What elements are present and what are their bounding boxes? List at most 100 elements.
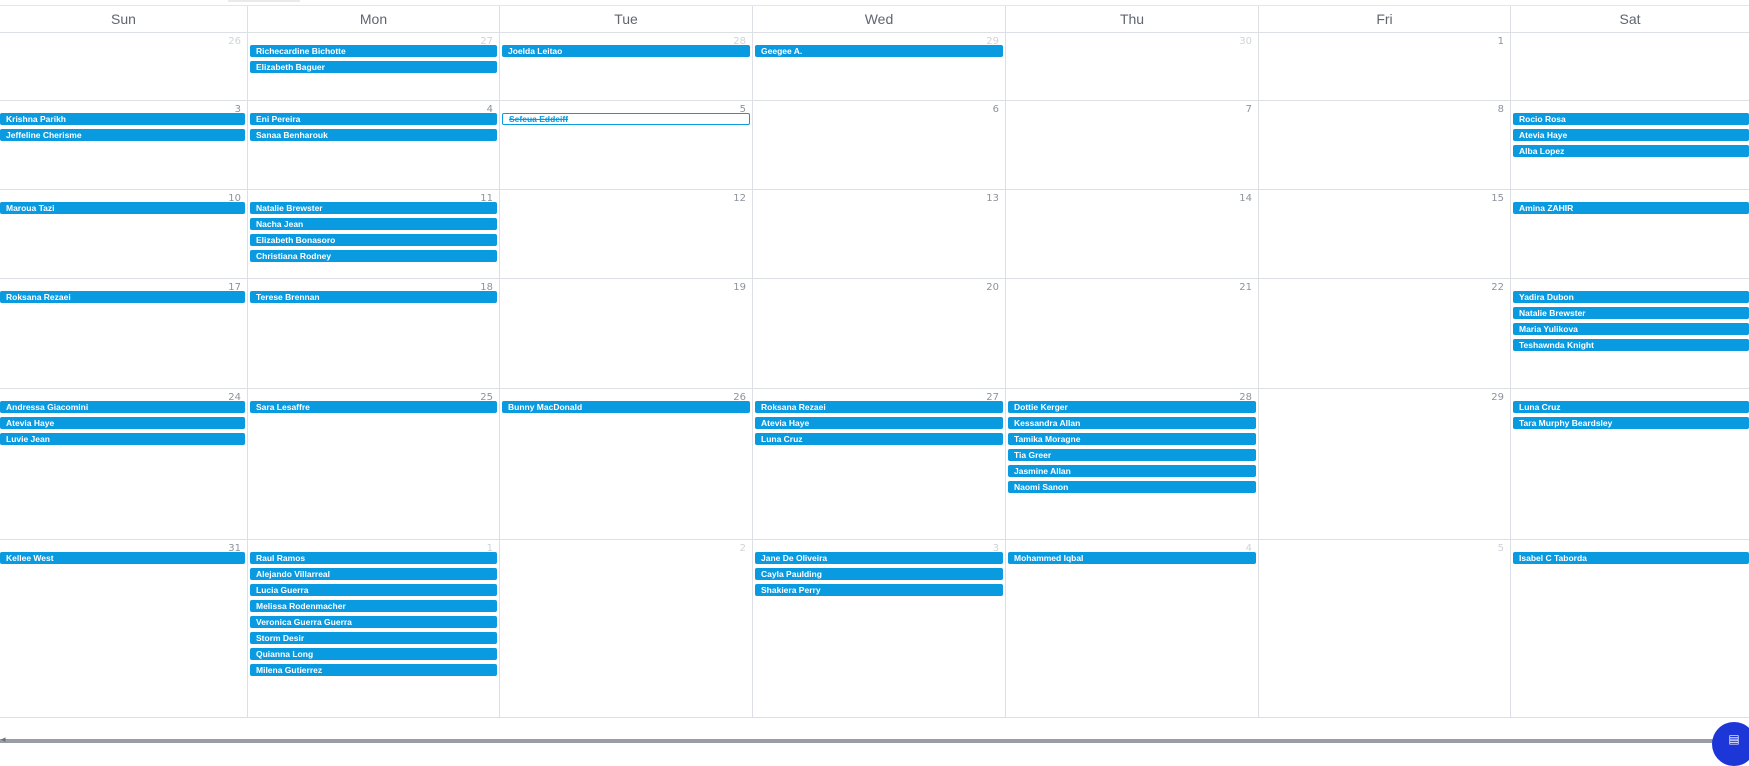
day-cell[interactable]: 20: [752, 279, 1005, 388]
horizontal-scrollbar[interactable]: [0, 739, 1749, 743]
event-chip[interactable]: Kellee West: [0, 552, 245, 564]
day-cell[interactable]: 26 Bunny MacDonald: [499, 389, 752, 539]
day-cell[interactable]: 3 Krishna Parikh Jeffeline Cherisme: [0, 101, 247, 189]
event-chip[interactable]: Sara Lesaffre: [250, 401, 497, 413]
event-chip[interactable]: Milena Gutierrez: [250, 664, 497, 676]
day-cell[interactable]: 24 Andressa Giacomini Atevia Haye Luvie Jea…: [0, 389, 247, 539]
day-cell[interactable]: 19: [499, 279, 752, 388]
event-chip[interactable]: Luna Cruz: [755, 433, 1003, 445]
event-chip[interactable]: Natalie Brewster: [250, 202, 497, 214]
day-cell[interactable]: Luna Cruz Tara Murphy Beardsley: [1510, 389, 1749, 539]
event-chip[interactable]: Atevia Haye: [1513, 129, 1749, 141]
day-cell[interactable]: 10 Maroua Tazi: [0, 190, 247, 278]
event-chip[interactable]: Shakiera Perry: [755, 584, 1003, 596]
event-chip[interactable]: Geegee A.: [755, 45, 1003, 57]
day-cell[interactable]: Rocio Rosa Atevia Haye Alba Lopez: [1510, 101, 1749, 189]
event-chip[interactable]: Terese Brennan: [250, 291, 497, 303]
event-chip[interactable]: Raul Ramos: [250, 552, 497, 564]
day-cell[interactable]: Isabel C Taborda: [1510, 540, 1749, 717]
event-chip[interactable]: Sanaa Benharouk: [250, 129, 497, 141]
scroll-left-arrow-icon[interactable]: ◂: [1, 735, 6, 744]
event-chip[interactable]: Cayla Paulding: [755, 568, 1003, 580]
event-chip[interactable]: Krishna Parikh: [0, 113, 245, 125]
day-cell[interactable]: 27 Roksana Rezaei Atevia Haye Luna Cruz: [752, 389, 1005, 539]
weekday-header: Sun Mon Tue Wed Thu Fri Sat: [0, 6, 1749, 33]
day-cell[interactable]: 4 Eni Pereira Sanaa Benharouk: [247, 101, 499, 189]
day-cell[interactable]: 7: [1005, 101, 1258, 189]
event-chip[interactable]: Amina ZAHIR: [1513, 202, 1749, 214]
day-cell[interactable]: Yadira Dubon Natalie Brewster Maria Yuliko…: [1510, 279, 1749, 388]
event-chip[interactable]: Dottie Kerger: [1008, 401, 1256, 413]
event-chip[interactable]: Isabel C Taborda: [1513, 552, 1749, 564]
day-cell[interactable]: 2: [499, 540, 752, 717]
day-cell[interactable]: 4 Mohammed Iqbal: [1005, 540, 1258, 717]
event-chip[interactable]: Nacha Jean: [250, 218, 497, 230]
event-chip[interactable]: Elizabeth Bonasoro: [250, 234, 497, 246]
day-cell[interactable]: 6: [752, 101, 1005, 189]
event-chip[interactable]: Maria Yulikova: [1513, 323, 1749, 335]
day-cell[interactable]: [1510, 33, 1749, 100]
event-chip[interactable]: Veronica Guerra Guerra: [250, 616, 497, 628]
event-chip[interactable]: Natalie Brewster: [1513, 307, 1749, 319]
event-chip[interactable]: Atevia Haye: [755, 417, 1003, 429]
event-chip[interactable]: Christiana Rodney: [250, 250, 497, 262]
day-cell[interactable]: 25 Sara Lesaffre: [247, 389, 499, 539]
event-chip[interactable]: Rocio Rosa: [1513, 113, 1749, 125]
day-cell[interactable]: 3 Jane De Oliveira Cayla Paulding Shakiera …: [752, 540, 1005, 717]
event-chip[interactable]: Jane De Oliveira: [755, 552, 1003, 564]
event-chip[interactable]: Atevia Haye: [0, 417, 245, 429]
event-chip[interactable]: Naomi Sanon: [1008, 481, 1256, 493]
day-cell[interactable]: 1: [1258, 33, 1510, 100]
event-chip[interactable]: Tamika Moragne: [1008, 433, 1256, 445]
day-cell[interactable]: 29: [1258, 389, 1510, 539]
event-chip[interactable]: Eni Pereira: [250, 113, 497, 125]
event-chip[interactable]: Maroua Tazi: [0, 202, 245, 214]
event-chip[interactable]: Tara Murphy Beardsley: [1513, 417, 1749, 429]
event-chip[interactable]: Yadira Dubon: [1513, 291, 1749, 303]
event-chip[interactable]: Alejando Villarreal: [250, 568, 497, 580]
day-cell[interactable]: 5 Sefeua Eddeiff: [499, 101, 752, 189]
day-cell[interactable]: 21: [1005, 279, 1258, 388]
day-cell[interactable]: Amina ZAHIR: [1510, 190, 1749, 278]
day-cell[interactable]: 18 Terese Brennan: [247, 279, 499, 388]
event-chip[interactable]: Melissa Rodenmacher: [250, 600, 497, 612]
day-cell[interactable]: 14: [1005, 190, 1258, 278]
day-cell[interactable]: 15: [1258, 190, 1510, 278]
event-chip[interactable]: Teshawnda Knight: [1513, 339, 1749, 351]
day-cell[interactable]: 31 Kellee West: [0, 540, 247, 717]
event-chip[interactable]: Luvie Jean: [0, 433, 245, 445]
event-chip[interactable]: Richecardine Bichotte: [250, 45, 497, 57]
day-cell[interactable]: 29 Geegee A.: [752, 33, 1005, 100]
day-cell[interactable]: 22: [1258, 279, 1510, 388]
event-chip[interactable]: Alba Lopez: [1513, 145, 1749, 157]
event-chip[interactable]: Kessandra Allan: [1008, 417, 1256, 429]
event-chip[interactable]: Joelda Leitao: [502, 45, 750, 57]
day-cell[interactable]: 5: [1258, 540, 1510, 717]
event-chip[interactable]: Andressa Giacomini: [0, 401, 245, 413]
event-chip[interactable]: Lucia Guerra: [250, 584, 497, 596]
chat-button[interactable]: ▤: [1712, 722, 1749, 766]
event-chip[interactable]: Jasmine Allan: [1008, 465, 1256, 477]
event-chip[interactable]: Roksana Rezaei: [755, 401, 1003, 413]
day-cell[interactable]: 28 Dottie Kerger Kessandra Allan Tamika Mor…: [1005, 389, 1258, 539]
event-chip[interactable]: Elizabeth Baguer: [250, 61, 497, 73]
day-cell[interactable]: 1 Raul Ramos Alejando Villarreal Lucia Guer…: [247, 540, 499, 717]
event-chip[interactable]: Luna Cruz: [1513, 401, 1749, 413]
event-chip[interactable]: Storm Desir: [250, 632, 497, 644]
day-cell[interactable]: 8: [1258, 101, 1510, 189]
event-chip[interactable]: Roksana Rezaei: [0, 291, 245, 303]
day-cell[interactable]: 30: [1005, 33, 1258, 100]
day-cell[interactable]: 13: [752, 190, 1005, 278]
day-cell[interactable]: 27 Richecardine Bichotte Elizabeth Baguer: [247, 33, 499, 100]
event-chip[interactable]: Mohammed Iqbal: [1008, 552, 1256, 564]
event-chip[interactable]: Jeffeline Cherisme: [0, 129, 245, 141]
day-cell[interactable]: 26: [0, 33, 247, 100]
event-chip[interactable]: Quianna Long: [250, 648, 497, 660]
event-chip-cancelled[interactable]: Sefeua Eddeiff: [502, 113, 750, 125]
day-cell[interactable]: 17 Roksana Rezaei: [0, 279, 247, 388]
event-chip[interactable]: Tia Greer: [1008, 449, 1256, 461]
event-chip[interactable]: Bunny MacDonald: [502, 401, 750, 413]
day-cell[interactable]: 12: [499, 190, 752, 278]
day-cell[interactable]: 11 Natalie Brewster Nacha Jean Elizabeth Bo…: [247, 190, 499, 278]
day-cell[interactable]: 28 Joelda Leitao: [499, 33, 752, 100]
